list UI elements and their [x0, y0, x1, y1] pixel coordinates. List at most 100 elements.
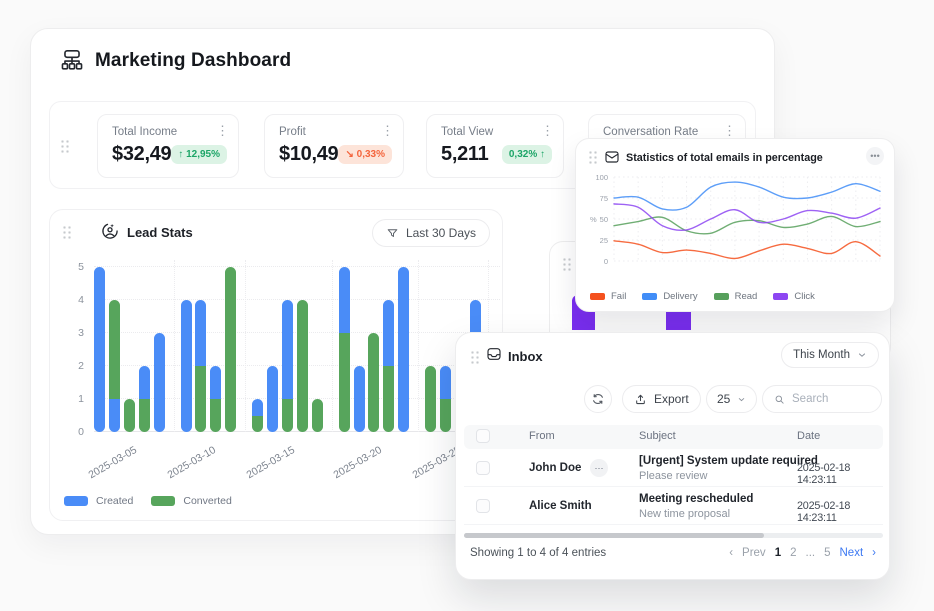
pagination-item[interactable]: ›: [872, 547, 876, 559]
bar-segment-converted: [109, 300, 120, 399]
legend-swatch: [64, 496, 88, 506]
gridline: [245, 260, 246, 432]
ellipsis-menu-button[interactable]: •••: [866, 147, 884, 165]
pagination-item[interactable]: Prev: [742, 547, 766, 559]
y-axis-tick: 75: [600, 194, 608, 203]
lead-chart-plot: 2025-03-052025-03-102025-03-152025-03-20…: [94, 260, 500, 432]
x-axis-tick: 2025-03-05: [69, 444, 139, 491]
pagination-item[interactable]: ‹: [729, 547, 733, 559]
stacked-bar[interactable]: [225, 267, 236, 432]
bar-segment-created: [354, 366, 365, 432]
stacked-bar[interactable]: [368, 333, 379, 432]
kpi-card-profit: Profit ⋮ $10,499 ↘ 0,33%: [264, 114, 404, 178]
drag-handle-icon[interactable]: [562, 257, 572, 271]
legend-label: Delivery: [663, 291, 697, 302]
drag-handle-icon[interactable]: [470, 350, 480, 364]
select-all-checkbox[interactable]: [476, 429, 490, 443]
legend-swatch: [151, 496, 175, 506]
row-checkbox[interactable]: [476, 499, 490, 513]
stacked-bar[interactable]: [425, 366, 436, 432]
bar-segment-created: [398, 267, 409, 432]
bar-segment-created: [181, 300, 192, 432]
row-checkbox[interactable]: [476, 461, 490, 475]
column-header-from: From: [529, 430, 555, 442]
row-from: John Doe: [529, 462, 581, 474]
stacked-bar[interactable]: [124, 399, 135, 432]
pagination-item[interactable]: Next: [840, 547, 864, 559]
drag-handle-icon[interactable]: [60, 139, 70, 153]
lead-chart-y-axis: 012345: [58, 260, 84, 432]
legend-swatch: [590, 293, 605, 300]
bar-segment-created: [210, 366, 221, 399]
table-row[interactable]: Alice SmithMeeting rescheduledNew time p…: [464, 487, 883, 525]
stacked-bar[interactable]: [297, 300, 308, 432]
refresh-button[interactable]: [584, 385, 612, 413]
table-row[interactable]: John Doe⋯[Urgent] System update required…: [464, 449, 883, 487]
drag-handle-icon[interactable]: [588, 150, 598, 164]
inbox-card: Inbox This Month Export 25: [455, 332, 890, 580]
pagination-item[interactable]: 1: [775, 547, 781, 559]
stacked-bar[interactable]: [139, 366, 150, 432]
gridline: [94, 299, 500, 300]
bar-segment-converted: [282, 399, 293, 432]
stacked-bar[interactable]: [339, 267, 350, 432]
stacked-bar[interactable]: [210, 366, 221, 432]
kebab-menu-icon[interactable]: ⋮: [723, 124, 736, 137]
export-button[interactable]: Export: [622, 385, 701, 413]
bar-segment-created: [154, 333, 165, 432]
kebab-menu-icon[interactable]: ⋮: [381, 124, 394, 137]
pagination-item[interactable]: 2: [790, 547, 796, 559]
legend-label: Fail: [611, 291, 626, 302]
bar-segment-created: [440, 366, 451, 399]
bar-segment-converted: [339, 333, 350, 432]
stacked-bar[interactable]: [181, 300, 192, 432]
drag-handle-icon[interactable]: [62, 225, 72, 239]
lead-stats-title: Lead Stats: [127, 225, 193, 240]
search-input[interactable]: [792, 393, 870, 405]
scrollbar-thumb[interactable]: [464, 533, 764, 538]
horizontal-scrollbar[interactable]: [464, 533, 883, 538]
bar-segment-converted: [368, 333, 379, 432]
row-subject: Meeting rescheduled: [639, 493, 753, 505]
pagination-item[interactable]: ...: [806, 547, 816, 559]
search-box[interactable]: [762, 385, 882, 413]
trend-badge: 0,32% ↑: [502, 145, 552, 164]
stacked-bar[interactable]: [109, 300, 120, 432]
stacked-bar[interactable]: [398, 267, 409, 432]
stacked-bar[interactable]: [312, 399, 323, 432]
stacked-bar[interactable]: [282, 300, 293, 432]
legend-swatch: [642, 293, 657, 300]
period-dropdown[interactable]: This Month: [781, 342, 879, 368]
email-stats-card: Statistics of total emails in percentage…: [575, 138, 895, 312]
gridline: [94, 431, 500, 432]
stacked-bar[interactable]: [252, 399, 263, 432]
row-date: 2025-02-18 14:23:11: [797, 500, 883, 524]
search-icon: [774, 393, 785, 406]
row-actions-button[interactable]: ⋯: [590, 459, 608, 477]
page-size-dropdown[interactable]: 25: [706, 385, 757, 413]
kebab-menu-icon[interactable]: ⋮: [216, 124, 229, 137]
sitemap-icon: [59, 47, 85, 73]
stacked-bar[interactable]: [267, 366, 278, 432]
stacked-bar[interactable]: [94, 267, 105, 432]
kebab-menu-icon[interactable]: ⋮: [541, 124, 554, 137]
row-from: Alice Smith: [529, 500, 592, 512]
stacked-bar[interactable]: [195, 300, 206, 432]
series-line-fail: [614, 241, 880, 259]
stacked-bar[interactable]: [154, 333, 165, 432]
legend-label: Converted: [183, 495, 231, 507]
stacked-bar[interactable]: [354, 366, 365, 432]
date-filter-label: Last 30 Days: [406, 226, 476, 240]
pagination-item[interactable]: 5: [824, 547, 830, 559]
y-axis-tick: 3: [58, 327, 84, 339]
stacked-bar[interactable]: [383, 300, 394, 432]
funnel-icon: [386, 227, 399, 240]
stacked-bar[interactable]: [440, 366, 451, 432]
bar-segment-created: [267, 366, 278, 432]
legend-item: Created: [64, 495, 133, 507]
y-axis-tick: 5: [58, 261, 84, 273]
kpi-label: Total View: [441, 126, 493, 138]
pagination: ‹ Prev 12... 5 Next ›: [729, 547, 876, 559]
legend-item: Delivery: [642, 291, 697, 302]
date-filter-button[interactable]: Last 30 Days: [372, 219, 490, 247]
